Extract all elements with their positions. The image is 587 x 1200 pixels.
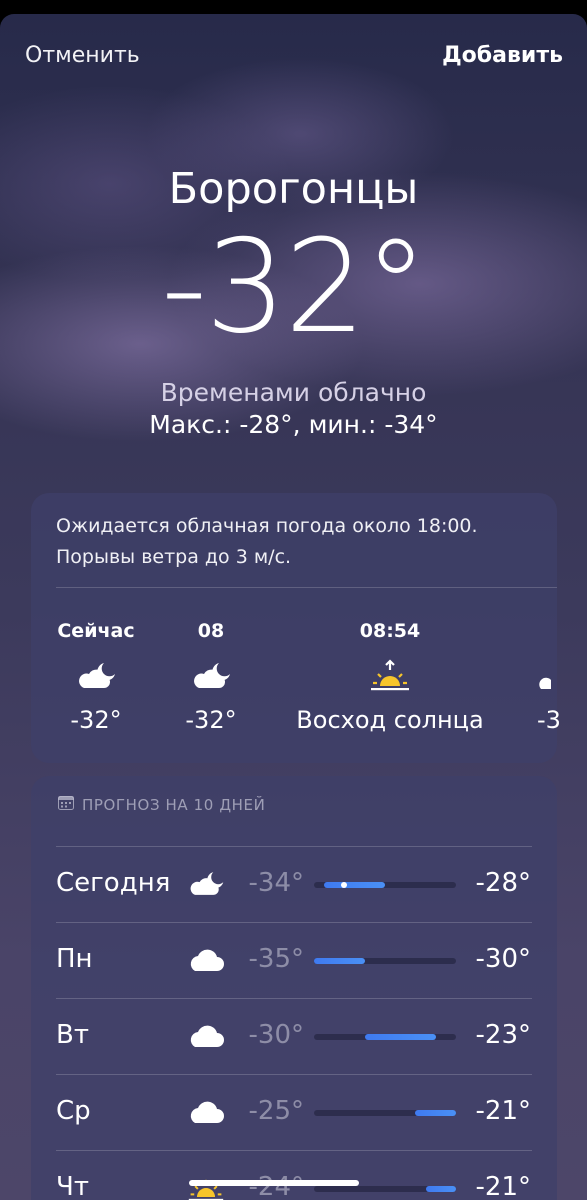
high-temp: -21° [475,1172,531,1200]
hourly-item-sunrise: 08:54 Восход солнца [280,620,500,736]
forecast-summary: Ожидается облачная погода около 18:00. П… [56,515,478,568]
current-temperature: -32° [160,213,428,362]
condition-text: Временами облачно [160,378,427,407]
forecast-row[interactable]: Ср -25° -21° [31,1074,557,1150]
hourly-temp: -3 [537,706,561,734]
hourly-time: 08 [197,620,225,642]
low-temp: -24° [248,1172,304,1200]
sunrise-icon [280,646,500,706]
city-name: Борогонцы [168,164,419,214]
low-temp: -35° [248,944,304,974]
divider [56,998,532,999]
cloud-icon [186,1016,226,1056]
cloud-moon-icon [168,646,254,706]
divider [56,1150,532,1151]
low-temp: -30° [248,1020,304,1050]
sunrise-time: 08:54 [359,620,421,642]
hourly-time: Сейчас [57,620,135,642]
high-low-text: Макс.: -28°, мин.: -34° [149,410,438,439]
high-temp: -21° [475,1096,531,1126]
cloud-sun-icon [537,646,587,706]
high-temp: -23° [475,1020,531,1050]
temperature-range-bar [314,958,456,964]
cancel-button[interactable]: Отменить [25,43,140,68]
divider [56,1074,532,1075]
temperature-range-bar [314,1034,456,1040]
range-fill [314,958,365,964]
high-temp: -30° [475,944,531,974]
cloud-icon [186,1092,226,1132]
hourly-time [537,620,587,646]
divider [56,587,557,588]
day-label: Пн [56,944,93,974]
ten-day-header: ПРОГНОЗ НА 10 ДНЕЙ [58,795,265,814]
high-temp: -28° [475,868,531,898]
forecast-row[interactable]: Пн -35° -30° [31,922,557,998]
hourly-item: Сейчас -32° [53,620,139,736]
cloud-moon-icon [53,646,139,706]
range-fill [415,1110,456,1116]
sunrise-label: Восход солнца [296,706,484,734]
cloud-moon-icon [186,864,226,904]
temperature-range-bar [314,1110,456,1116]
add-location-sheet: Отменить Добавить Борогонцы -32° Времена… [0,14,587,1200]
hourly-temp: -32° [185,706,237,734]
forecast-row[interactable]: Чт -24° -21° [31,1150,557,1200]
low-temp: -34° [248,868,304,898]
hourly-item: -3 [537,620,587,736]
day-label: Сегодня [56,868,171,898]
hourly-item: 08 -32° [168,620,254,736]
divider [56,846,532,847]
ten-day-forecast-card[interactable]: ПРОГНОЗ НА 10 ДНЕЙ Сегодня -34° -28° Пн … [31,776,557,1200]
low-temp: -25° [248,1096,304,1126]
day-label: Вт [56,1020,89,1050]
sheet-toolbar: Отменить Добавить [0,14,587,94]
range-fill [425,1186,456,1192]
hourly-forecast-card[interactable]: Ожидается облачная погода около 18:00. П… [31,493,561,763]
hourly-temp: -32° [70,706,122,734]
ten-day-title: ПРОГНОЗ НА 10 ДНЕЙ [82,795,266,814]
divider [56,922,532,923]
forecast-row[interactable]: Вт -30° -23° [31,998,557,1074]
temperature-range-bar [314,1186,456,1192]
range-fill [364,1034,436,1040]
forecast-row[interactable]: Сегодня -34° -28° [31,846,557,922]
day-label: Ср [56,1096,91,1126]
calendar-icon [58,795,74,814]
temperature-range-bar [314,882,456,888]
home-indicator[interactable] [189,1180,359,1186]
cloud-icon [186,940,226,980]
range-fill [324,882,385,888]
add-button[interactable]: Добавить [442,43,563,68]
day-label: Чт [56,1172,89,1200]
